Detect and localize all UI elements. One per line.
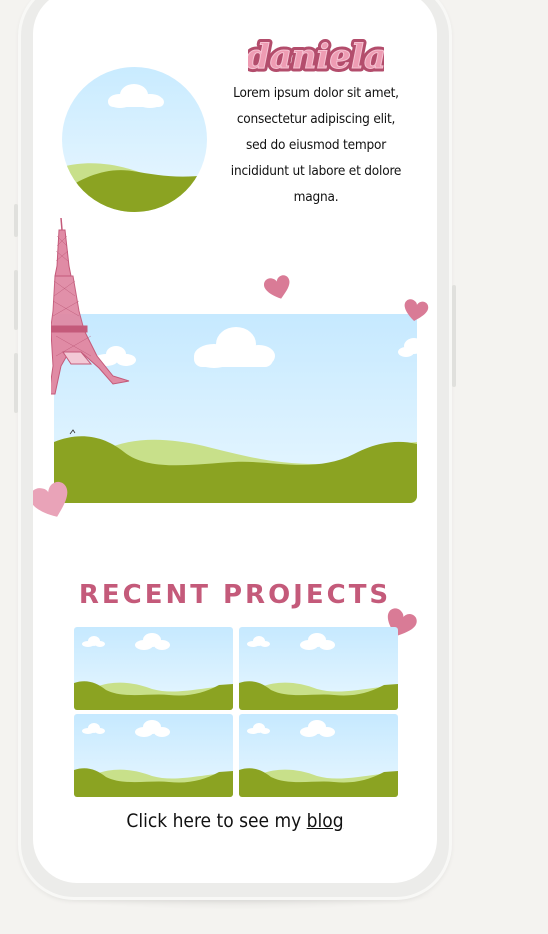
landscape-thumbnail-icon <box>239 627 398 710</box>
heart-icon <box>33 481 68 517</box>
heart-icon <box>404 299 429 321</box>
recent-projects-heading: RECENT PROJECTS <box>78 580 392 610</box>
phone-screen: daniela daniela Lorem ipsum dolor sit am… <box>33 0 437 883</box>
projects-grid <box>74 627 398 797</box>
landscape-thumbnail-icon <box>74 714 233 797</box>
name-logo-fill: daniela <box>248 37 384 77</box>
project-thumbnail[interactable] <box>74 627 233 710</box>
avatar[interactable] <box>62 67 207 212</box>
avatar-landscape-icon <box>62 67 207 212</box>
blog-cta-text: Click here to see my <box>126 810 302 832</box>
blog-link[interactable]: blog <box>307 810 344 832</box>
phone-power-button <box>452 285 456 387</box>
project-thumbnail[interactable] <box>74 714 233 797</box>
landscape-thumbnail-icon <box>74 627 233 710</box>
landscape-thumbnail-icon <box>239 714 398 797</box>
project-thumbnail[interactable] <box>239 627 398 710</box>
eiffel-tower-icon <box>51 217 130 395</box>
phone-volume-up-button <box>14 270 18 330</box>
heart-icon <box>264 275 290 299</box>
blog-cta: Click here to see my blog <box>33 810 437 832</box>
bio-text: Lorem ipsum dolor sit amet, consectetur … <box>230 85 402 205</box>
phone-side-button <box>14 204 18 237</box>
project-thumbnail[interactable] <box>239 714 398 797</box>
phone-volume-down-button <box>14 353 18 413</box>
name-logo[interactable]: daniela daniela <box>248 35 384 79</box>
